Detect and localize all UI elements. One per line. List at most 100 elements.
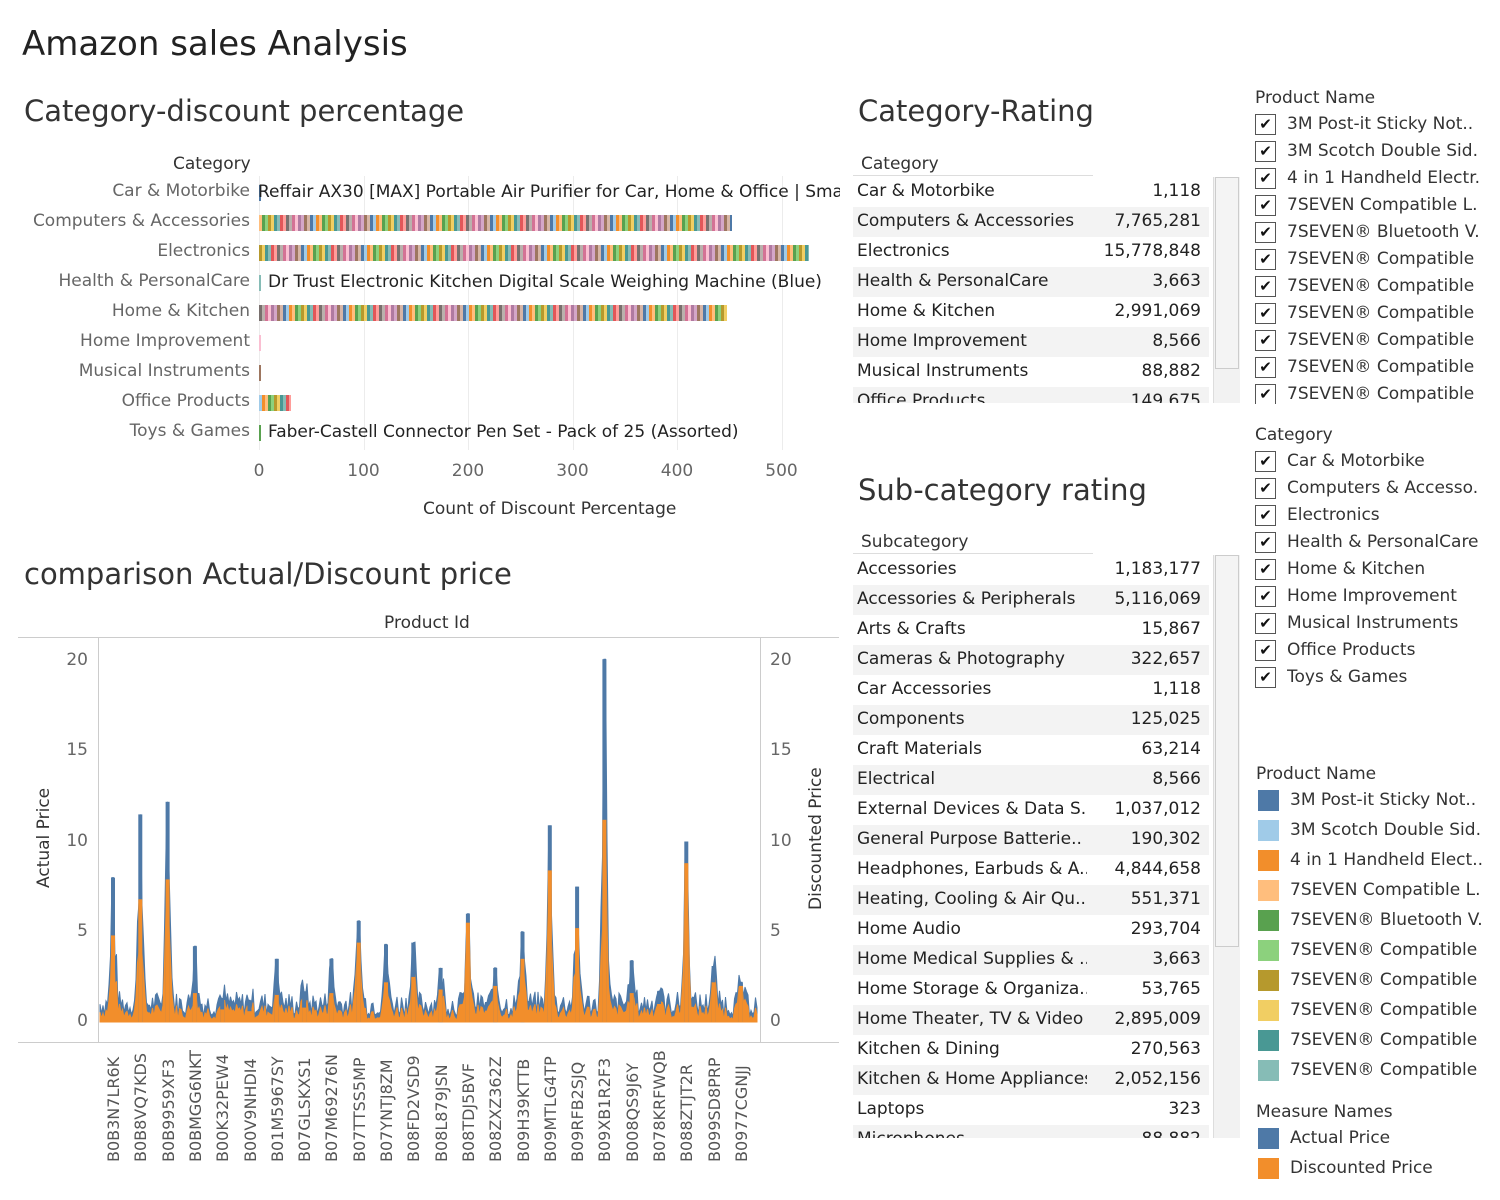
category-filter-item[interactable]: ✔ Home Improvement (1255, 584, 1483, 611)
actual-price-mark[interactable] (247, 1000, 252, 1022)
subcategory-rating-row[interactable]: Car Accessories 1,118 (853, 675, 1209, 705)
checkbox-checked-icon[interactable]: ✔ (1255, 141, 1276, 162)
checkbox-checked-icon[interactable]: ✔ (1255, 478, 1276, 499)
checkbox-checked-icon[interactable]: ✔ (1255, 451, 1276, 472)
checkbox-checked-icon[interactable]: ✔ (1255, 114, 1276, 135)
actual-price-series[interactable] (99, 658, 758, 1023)
product-name-filter-item[interactable]: ✔ 7SEVEN® Compatible .. (1255, 355, 1483, 382)
discounted-price-mark[interactable] (629, 993, 634, 1022)
actual-price-mark[interactable] (657, 991, 661, 1022)
subcategory-rating-row[interactable]: Home Audio 293,704 (853, 915, 1209, 945)
discounted-price-mark[interactable] (302, 1007, 307, 1022)
discount-bar-home-kitchen[interactable] (259, 305, 728, 321)
rating-scrollbar[interactable] (1213, 177, 1240, 403)
actual-price-mark[interactable] (274, 958, 279, 1022)
actual-price-mark[interactable] (547, 825, 552, 1022)
actual-price-mark[interactable] (220, 998, 225, 1023)
discounted-price-mark[interactable] (247, 1011, 252, 1022)
discounted-price-mark[interactable] (192, 993, 197, 1022)
discount-bar-musical-instruments[interactable] (259, 365, 262, 381)
discounted-price-mark[interactable] (438, 989, 443, 1023)
product-name-filter-item[interactable]: ✔ 7SEVEN® Compatible .. (1255, 301, 1483, 328)
discounted-price-mark[interactable] (384, 982, 388, 1022)
actual-price-mark[interactable] (138, 814, 143, 1022)
checkbox-checked-icon[interactable]: ✔ (1255, 330, 1276, 351)
discounted-price-mark[interactable] (220, 1009, 225, 1022)
discount-bar-office-products[interactable] (259, 395, 292, 411)
category-rating-row[interactable]: Home & Kitchen 2,991,069 (853, 297, 1209, 327)
category-rating-row[interactable]: Home Improvement 8,566 (853, 327, 1209, 357)
checkbox-checked-icon[interactable]: ✔ (1255, 303, 1276, 324)
subcategory-rating-row[interactable]: External Devices & Data S.. 1,037,012 (853, 795, 1209, 825)
category-filter-item[interactable]: ✔ Electronics (1255, 503, 1483, 530)
category-filter-item[interactable]: ✔ Home & Kitchen (1255, 557, 1483, 584)
category-filter-item[interactable]: ✔ Health & PersonalCare (1255, 530, 1483, 557)
actual-price-mark[interactable] (111, 877, 115, 1022)
actual-price-mark[interactable] (520, 931, 525, 1023)
actual-price-mark[interactable] (711, 966, 716, 1022)
product-name-filter-item[interactable]: ✔ 7SEVEN® Compatible .. (1255, 274, 1483, 301)
actual-price-mark[interactable] (302, 991, 307, 1022)
actual-price-mark[interactable] (465, 913, 470, 1022)
category-rating-row[interactable]: Car & Motorbike 1,118 (853, 177, 1209, 207)
subcategory-rating-row[interactable]: Craft Materials 63,214 (853, 735, 1209, 765)
subcategory-scroll-thumb[interactable] (1215, 555, 1239, 947)
checkbox-checked-icon[interactable]: ✔ (1255, 249, 1276, 270)
product-name-filter-item[interactable]: ✔ 3M Post-it Sticky Not.. (1255, 112, 1483, 139)
discounted-price-mark[interactable] (684, 863, 689, 1022)
checkbox-checked-icon[interactable]: ✔ (1255, 222, 1276, 243)
discounted-price-mark[interactable] (738, 985, 743, 1022)
category-filter[interactable]: ✔ Car & Motorbike ✔ Computers & Accesso.. ✔ E… (1255, 449, 1483, 694)
product-name-filter-item[interactable]: ✔ 7SEVEN® Compatible .. (1255, 328, 1483, 355)
discount-bar-toys-games[interactable] (259, 425, 261, 441)
category-filter-item[interactable]: ✔ Toys & Games (1255, 665, 1483, 692)
discounted-price-mark[interactable] (520, 958, 525, 1022)
rating-scroll-thumb[interactable] (1215, 177, 1239, 369)
subcategory-rating-row[interactable]: Components 125,025 (853, 705, 1209, 735)
discount-bar-health-personalcare[interactable] (259, 275, 261, 291)
actual-price-mark[interactable] (356, 920, 361, 1022)
discounted-price-mark[interactable] (356, 942, 361, 1022)
subcategory-rating-row[interactable]: Accessories 1,183,177 (853, 555, 1209, 585)
product-name-filter-item[interactable]: ✔ 7SEVEN® Bluetooth V.. (1255, 220, 1483, 247)
discounted-price-mark[interactable] (602, 819, 607, 1022)
actual-price-mark[interactable] (438, 967, 443, 1023)
discounted-price-mark[interactable] (711, 982, 716, 1022)
discounted-price-mark[interactable] (465, 922, 470, 1022)
actual-price-mark[interactable] (684, 841, 689, 1023)
actual-price-mark[interactable] (629, 960, 634, 1022)
subcategory-rating-row[interactable]: Home Medical Supplies & .. 3,663 (853, 945, 1209, 975)
discounted-price-mark[interactable] (111, 935, 115, 1022)
subcategory-rating-table[interactable]: Accessories 1,183,177 Accessories & Periph… (853, 555, 1213, 1138)
actual-price-mark[interactable] (602, 659, 607, 1022)
actual-price-mark[interactable] (329, 958, 334, 1022)
discounted-price-series[interactable] (99, 819, 758, 1023)
checkbox-checked-icon[interactable]: ✔ (1255, 357, 1276, 378)
checkbox-checked-icon[interactable]: ✔ (1255, 505, 1276, 526)
category-filter-item[interactable]: ✔ Office Products (1255, 638, 1483, 665)
product-name-filter-item[interactable]: ✔ 7SEVEN® Compatible .. (1255, 382, 1483, 404)
checkbox-checked-icon[interactable]: ✔ (1255, 195, 1276, 216)
category-rating-row[interactable]: Health & PersonalCare 3,663 (853, 267, 1209, 297)
subcategory-rating-row[interactable]: Microphones 88,882 (853, 1125, 1209, 1138)
subcategory-rating-row[interactable]: Laptops 323 (853, 1095, 1209, 1125)
discounted-price-mark[interactable] (575, 928, 580, 1022)
product-name-filter-item[interactable]: ✔ 3M Scotch Double Sid.. (1255, 139, 1483, 166)
checkbox-checked-icon[interactable]: ✔ (1255, 586, 1276, 607)
actual-price-mark[interactable] (192, 946, 197, 1022)
subcategory-rating-row[interactable]: Kitchen & Dining 270,563 (853, 1035, 1209, 1065)
checkbox-checked-icon[interactable]: ✔ (1255, 276, 1276, 297)
category-filter-item[interactable]: ✔ Musical Instruments (1255, 611, 1483, 638)
discounted-price-mark[interactable] (138, 899, 143, 1022)
discount-bar-electronics[interactable] (259, 245, 809, 261)
category-rating-row[interactable]: Electronics 15,778,848 (853, 237, 1209, 267)
subcategory-rating-row[interactable]: Heating, Cooling & Air Qu.. 551,371 (853, 885, 1209, 915)
discounted-price-mark[interactable] (329, 993, 334, 1022)
subcategory-rating-row[interactable]: Cameras & Photography 322,657 (853, 645, 1209, 675)
product-name-filter-item[interactable]: ✔ 4 in 1 Handheld Electr.. (1255, 166, 1483, 193)
discounted-price-mark[interactable] (657, 1004, 661, 1023)
actual-price-mark[interactable] (575, 886, 580, 1022)
checkbox-checked-icon[interactable]: ✔ (1255, 613, 1276, 634)
category-filter-item[interactable]: ✔ Car & Motorbike (1255, 449, 1483, 476)
subcategory-rating-row[interactable]: Accessories & Peripherals 5,116,069 (853, 585, 1209, 615)
